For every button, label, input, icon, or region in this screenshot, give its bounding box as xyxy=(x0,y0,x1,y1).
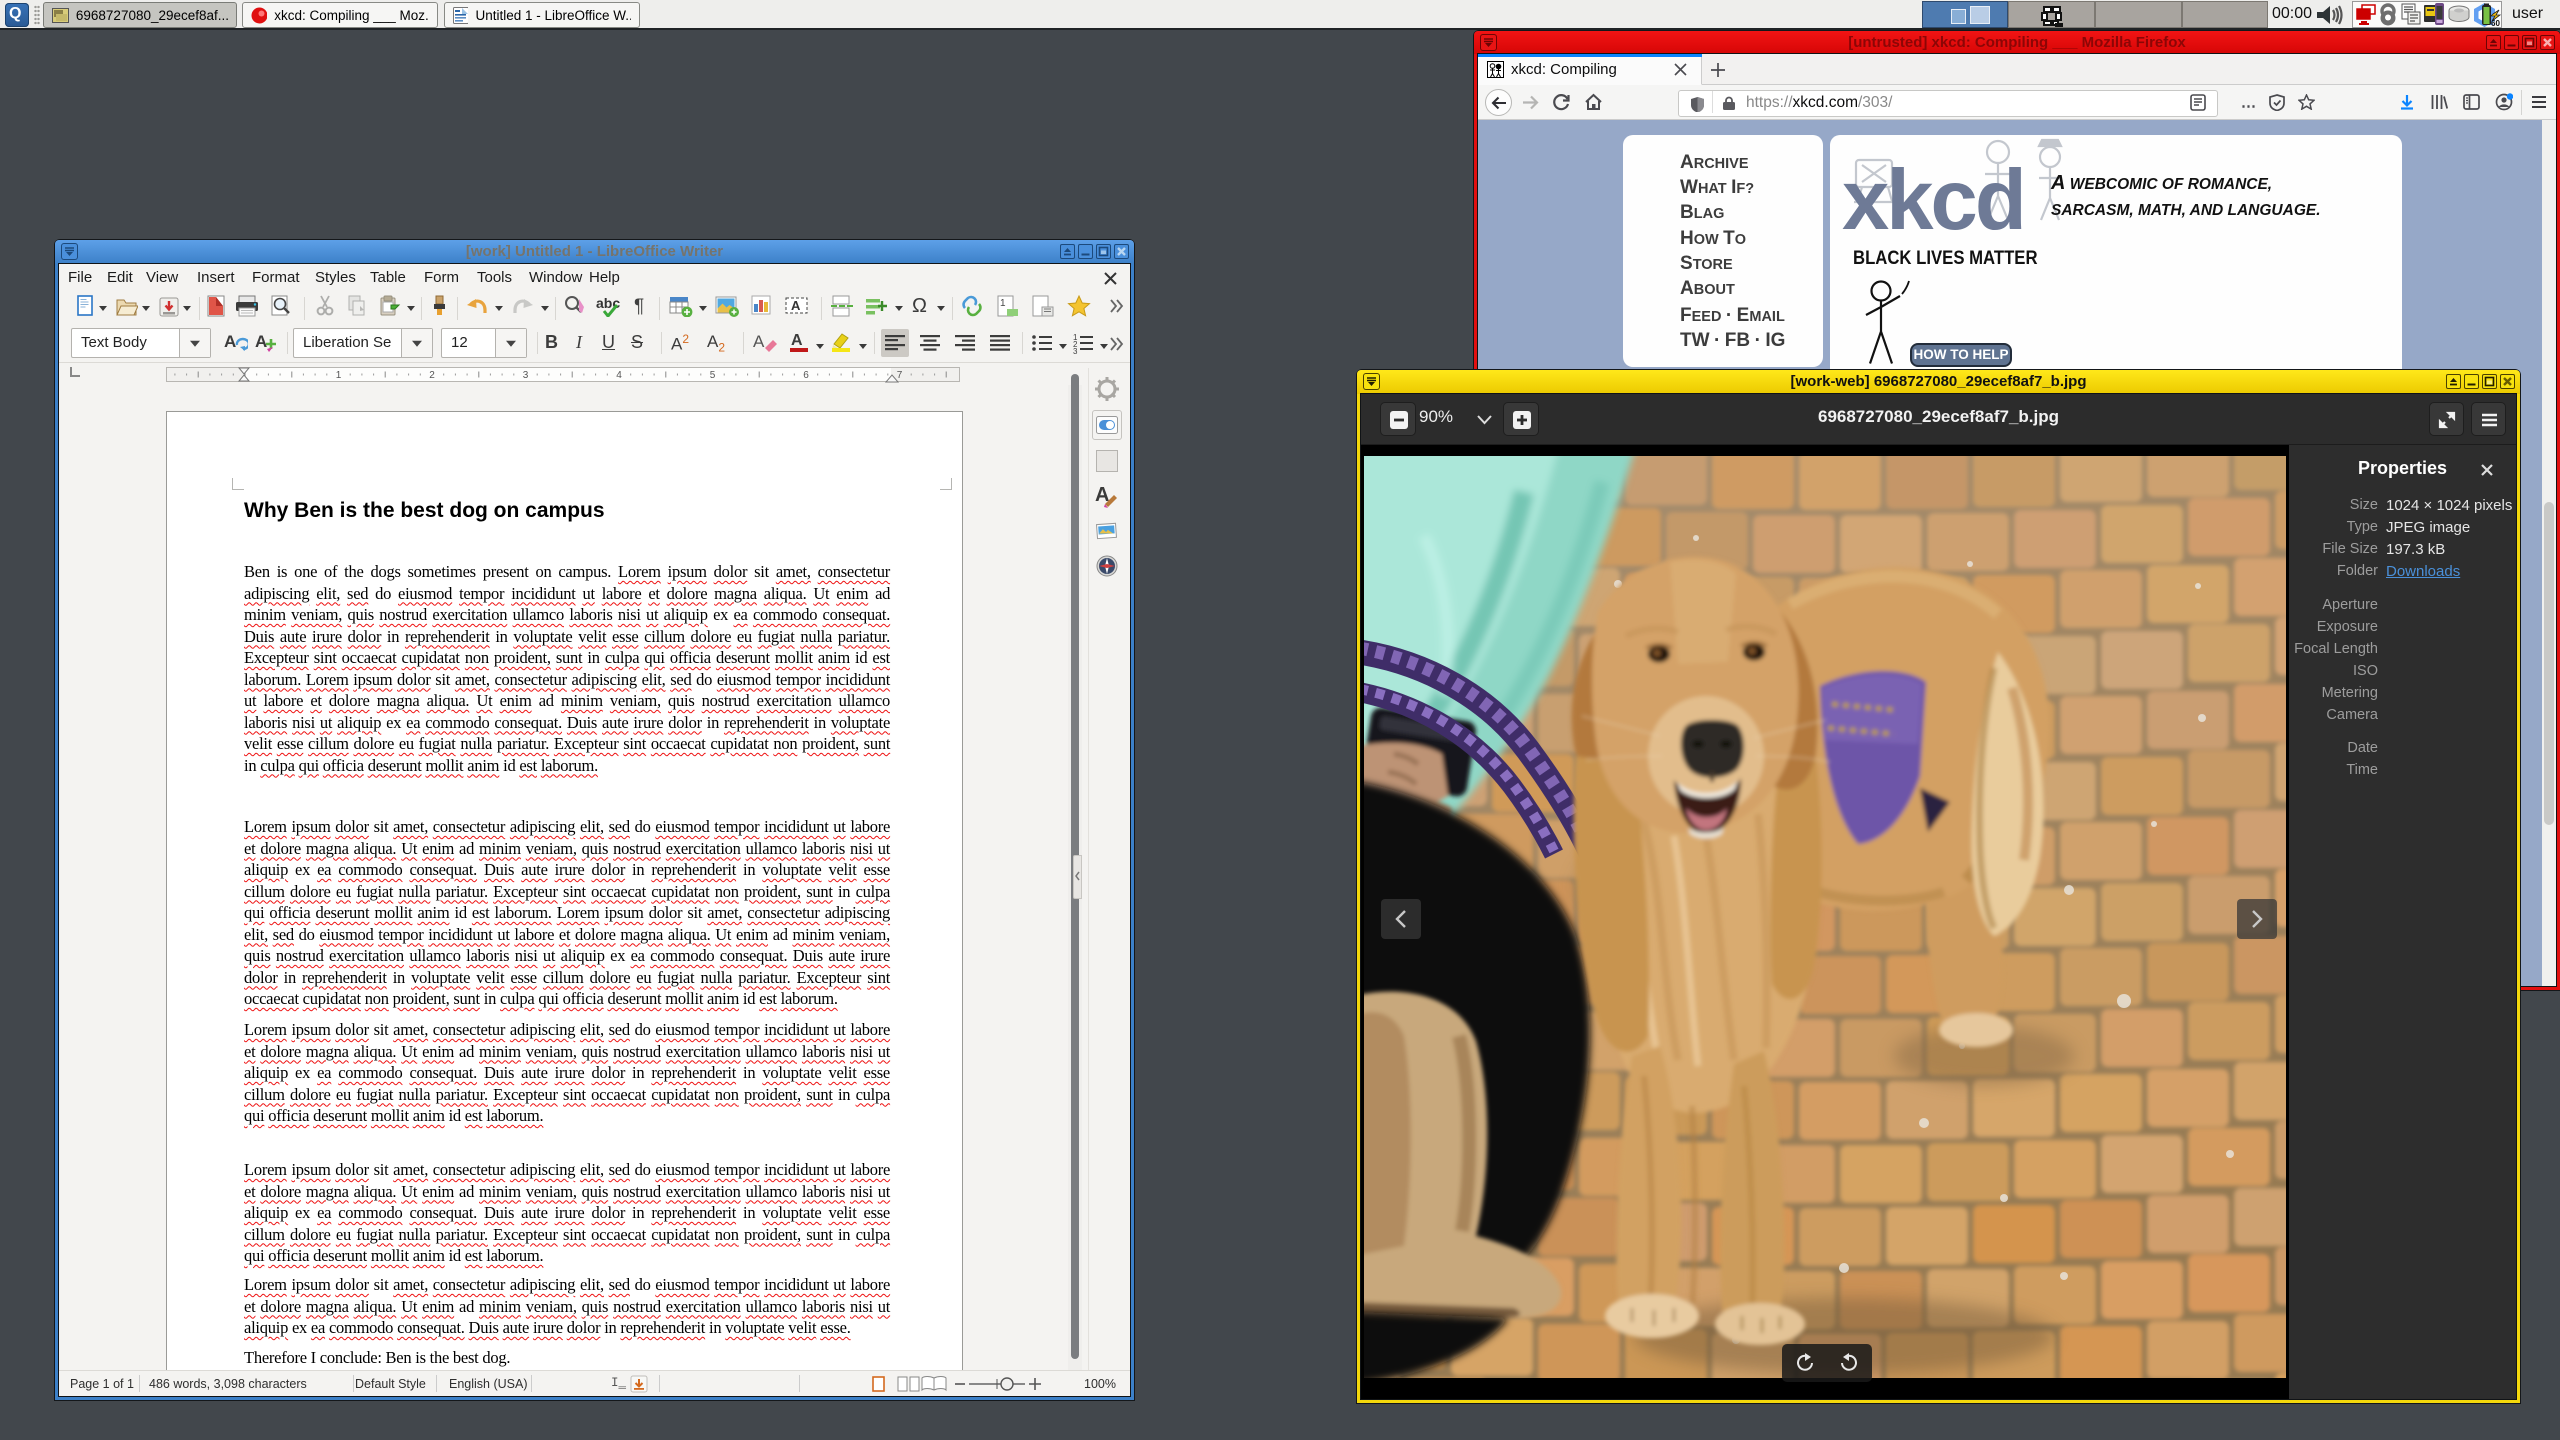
svg-text:2: 2 xyxy=(429,370,435,381)
svg-text:abc: abc xyxy=(596,295,620,311)
svg-text:4: 4 xyxy=(616,370,622,381)
svg-text:60: 60 xyxy=(2491,19,2500,28)
svg-text:5: 5 xyxy=(710,370,716,381)
svg-text:xkcd: xkcd xyxy=(1842,153,2024,248)
svg-text:A: A xyxy=(791,332,803,349)
svg-text:Ω: Ω xyxy=(912,295,927,317)
svg-text:1: 1 xyxy=(336,370,342,381)
svg-text:A: A xyxy=(224,332,236,351)
svg-text:A: A xyxy=(255,332,267,351)
svg-text:3: 3 xyxy=(1073,347,1078,355)
svg-text:¶: ¶ xyxy=(634,296,644,317)
svg-text:1: 1 xyxy=(1000,298,1006,309)
svg-text:6: 6 xyxy=(803,370,809,381)
svg-text:A: A xyxy=(753,332,765,351)
svg-text:A: A xyxy=(791,298,801,313)
svg-text:3: 3 xyxy=(523,370,529,381)
